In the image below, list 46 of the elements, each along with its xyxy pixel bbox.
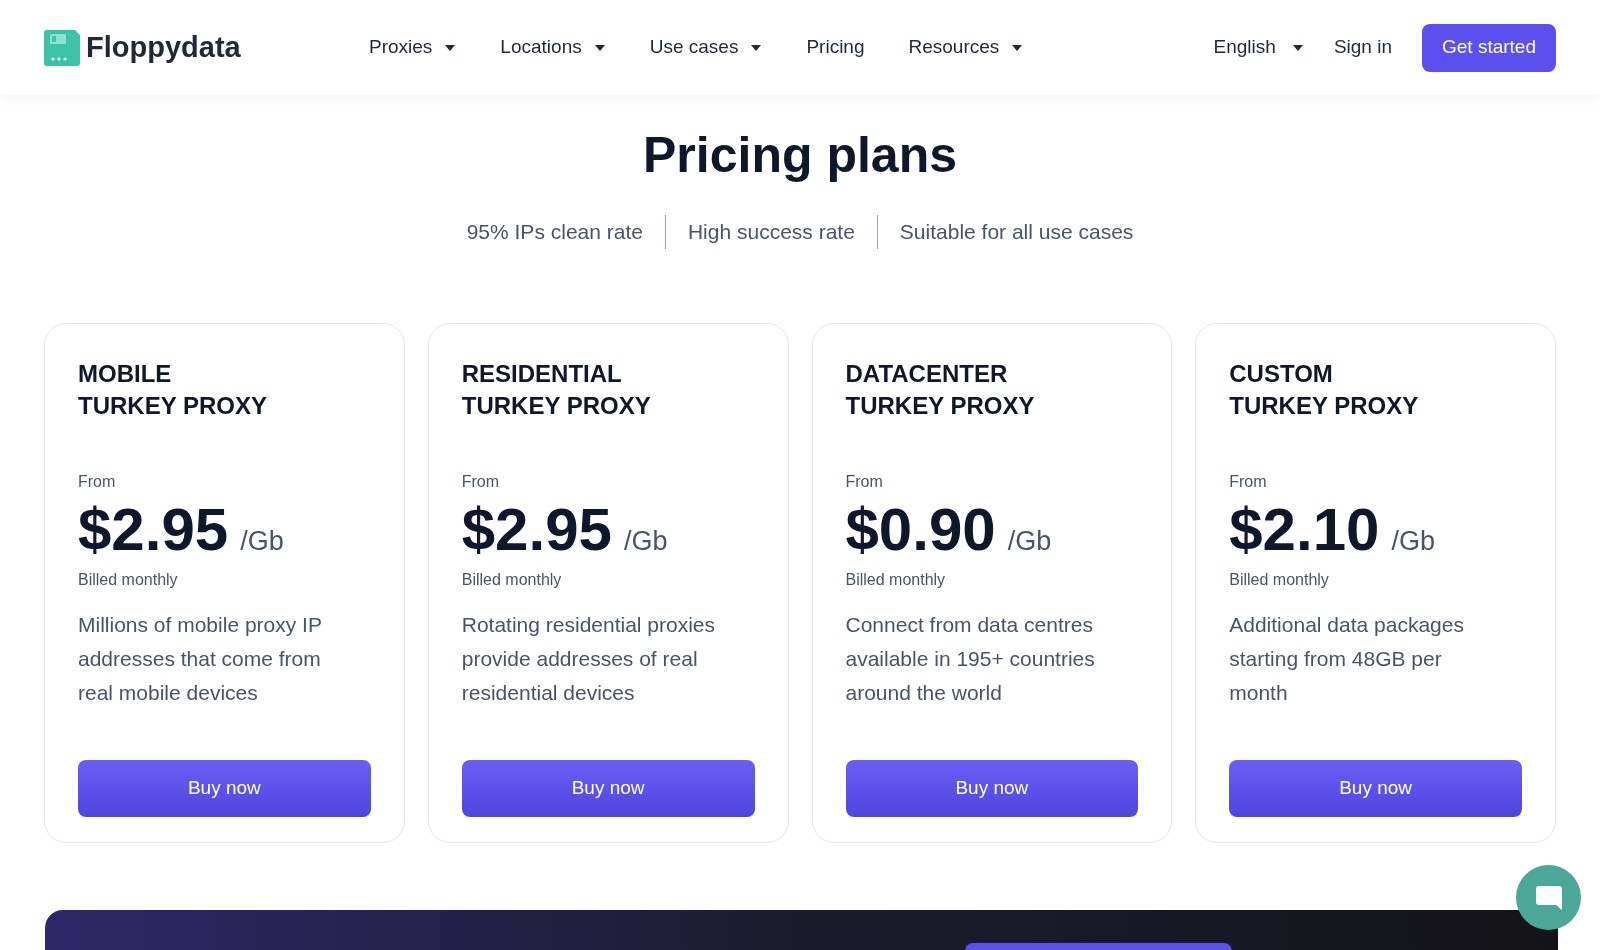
price-unit: /Gb	[1391, 525, 1435, 558]
from-label: From	[78, 472, 116, 492]
buy-now-button[interactable]: Buy now	[1229, 760, 1522, 817]
plan-title: DATACENTER TURKEY PROXY	[845, 359, 1036, 421]
nav-dropdown[interactable]: Proxies	[369, 33, 457, 62]
buy-now-button[interactable]: Buy now	[845, 760, 1139, 817]
plan-description: Connect from data centres available in 195+ countries around the world	[845, 612, 1096, 706]
caret-down-icon	[444, 43, 457, 52]
billing-label: Billed monthly	[78, 570, 178, 590]
price-unit: /Gb	[1007, 525, 1052, 558]
caret-down-icon	[1011, 43, 1024, 52]
sign-in-link[interactable]: Sign in	[1333, 33, 1392, 62]
plan-title: MOBILE TURKEY PROXY	[78, 359, 268, 421]
price: $2.95	[78, 498, 229, 562]
caret-down-icon	[1291, 43, 1304, 52]
buy-now-button[interactable]: Buy now	[461, 760, 755, 817]
price: $2.10	[1229, 498, 1380, 562]
plan-title: CUSTOM TURKEY PROXY	[1229, 359, 1420, 421]
plan-description: Additional data packages starting from 48GB per month	[1229, 612, 1465, 706]
price: $2.95	[461, 498, 612, 562]
plan-description: Millions of mobile proxy IP addresses that come from real mobile devices	[78, 612, 323, 706]
billing-label: Billed monthly	[845, 570, 946, 590]
price: $0.90	[845, 498, 996, 562]
from-label: From	[461, 472, 500, 492]
billing-label: Billed monthly	[1229, 570, 1329, 590]
nav-dropdown[interactable]: Use cases	[649, 33, 763, 62]
feature-text: High success rate	[687, 219, 855, 246]
plan-title: RESIDENTIAL TURKEY PROXY	[461, 359, 652, 421]
page-heading: Pricing plans	[642, 126, 958, 185]
caret-down-icon	[593, 43, 606, 52]
nav-link[interactable]: Pricing	[806, 33, 865, 62]
price-unit: /Gb	[623, 525, 668, 558]
nav-dropdown[interactable]: Locations	[500, 33, 606, 62]
logo-text[interactable]: Floppydata	[86, 25, 241, 70]
billing-label: Billed monthly	[461, 570, 562, 590]
from-label: From	[1229, 472, 1267, 492]
get-started-button[interactable]: Get started	[1422, 23, 1556, 72]
from-label: From	[845, 472, 883, 492]
price-unit: /Gb	[240, 525, 284, 558]
language-selector[interactable]: English	[1213, 33, 1304, 62]
feature-text: Suitable for all use cases	[899, 219, 1134, 246]
plan-description: Rotating residential proxies provide addresses of real residential devices	[461, 612, 717, 706]
feature-text: 95% IPs clean rate	[466, 219, 643, 246]
caret-down-icon	[750, 43, 763, 52]
buy-now-button[interactable]: Buy now	[78, 760, 371, 817]
nav-dropdown[interactable]: Resources	[908, 33, 1024, 62]
